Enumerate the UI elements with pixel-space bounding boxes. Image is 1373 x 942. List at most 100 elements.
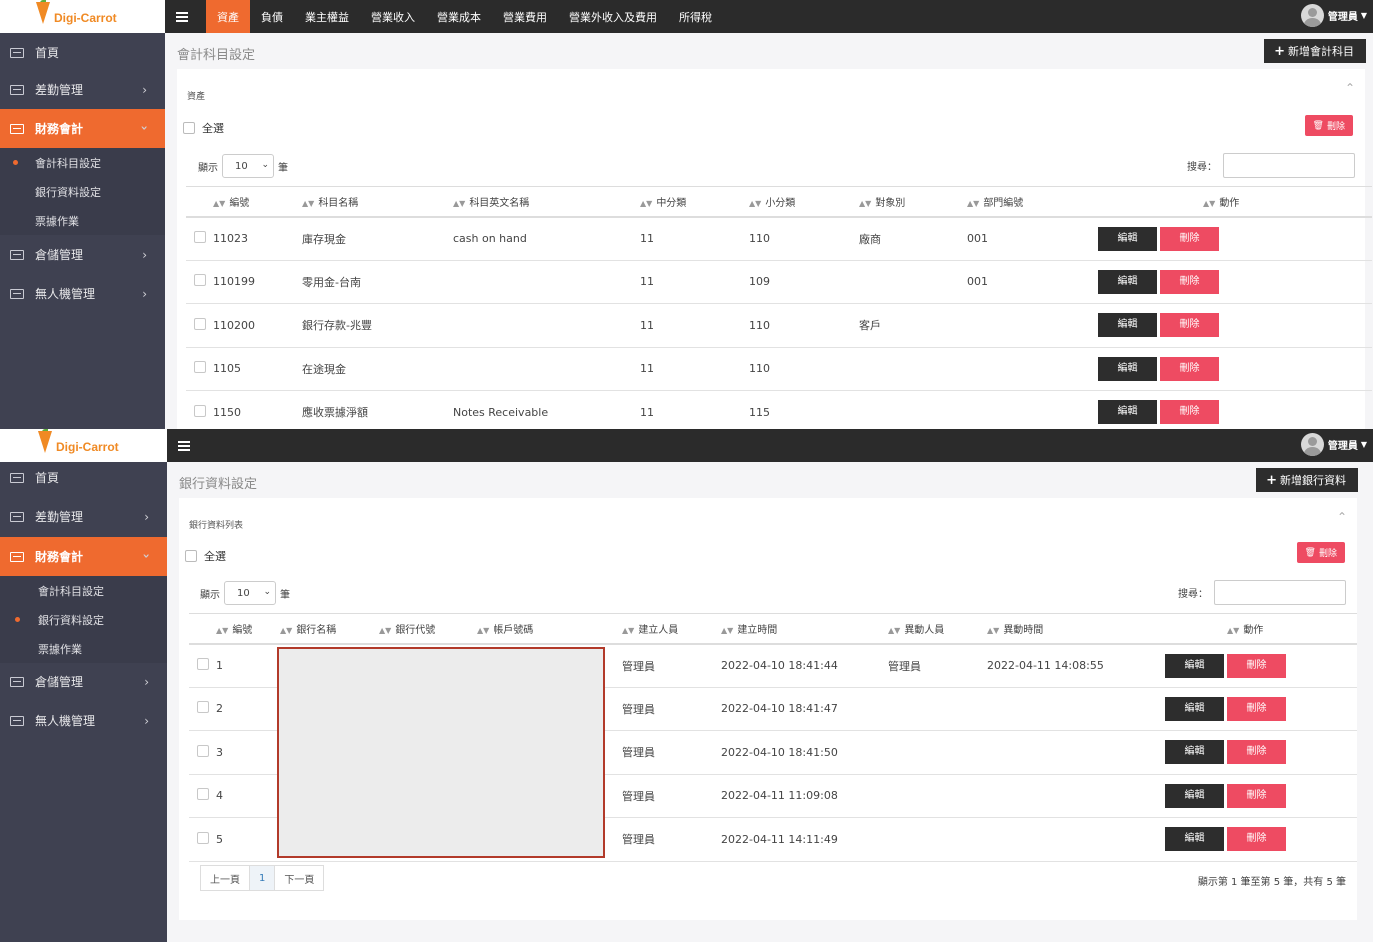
edit-button[interactable]: 編輯 [1165,653,1224,678]
cell-id: 110199 [213,260,302,304]
delete-button[interactable]: 刪除 [1227,783,1286,808]
delete-button[interactable]: 刪除 [1160,400,1219,425]
column-header-actions[interactable]: ▲▼ 動作 [1098,186,1372,218]
select-all[interactable]: 全選 [185,548,226,564]
submenu-item-account-settings[interactable]: 會計科目設定 [0,148,165,177]
row-checkbox[interactable] [194,231,206,243]
prev-page-button[interactable]: 上一頁 [200,865,250,891]
column-header-dept[interactable]: ▲▼ 部門編號 [967,186,1098,218]
add-bank-button[interactable]: + 新增銀行資料 [1256,468,1358,492]
row-checkbox[interactable] [197,658,209,670]
row-checkbox[interactable] [197,744,209,757]
column-header-created[interactable]: ▲▼ 建立時間 [721,613,888,645]
delete-button[interactable]: 刪除 [1160,356,1219,381]
column-header-target[interactable]: ▲▼ 對象別 [859,186,967,218]
main-content: 會計科目設定 + 新增會計科目 資產 ⌃ 全選 🗑 刪除 顯示 10 ⌄ 筆 搜… [165,33,1373,429]
sidebar-item-drone[interactable]: 無人機管理 › [0,701,167,740]
row-checkbox[interactable] [197,788,209,801]
nav-tab-liabilities[interactable]: 負債 [250,0,294,33]
submenu-item-bank-settings[interactable]: 銀行資料設定 [0,177,165,206]
delete-button[interactable]: 刪除 [1227,696,1286,721]
column-header-modifier[interactable]: ▲▼ 異動人員 [888,613,987,645]
edit-button[interactable]: 編輯 [1165,827,1224,852]
row-checkbox[interactable] [194,404,206,417]
bulk-delete-button[interactable]: 🗑 刪除 [1296,542,1345,563]
cell-dept: 001 [967,260,1098,304]
column-header-mid-category[interactable]: ▲▼ 中分類 [640,186,749,218]
table-info: 顯示第 1 筆至第 5 筆，共有 5 筆 [1197,877,1346,888]
delete-button[interactable]: 刪除 [1160,226,1219,251]
nav-tab-equity[interactable]: 業主權益 [294,0,360,33]
nav-tab-non-operating[interactable]: 營業外收入及費用 [558,0,668,33]
search-input[interactable] [1223,153,1355,178]
page-length-select[interactable]: 10 ⌄ [224,581,276,605]
user-menu[interactable]: 管理員 ▼ [1300,4,1367,27]
row-checkbox[interactable] [194,317,206,330]
delete-button[interactable]: 刪除 [1227,740,1286,765]
row-checkbox[interactable] [197,701,209,714]
sidebar-item-warehouse[interactable]: 倉儲管理 › [0,235,165,274]
row-checkbox[interactable] [194,361,206,374]
column-header-english-name[interactable]: ▲▼ 科目英文名稱 [453,186,640,218]
nav-tab-assets[interactable]: 資產 [206,0,250,33]
bulk-delete-button[interactable]: 🗑 刪除 [1304,115,1353,136]
select-all-checkbox[interactable] [183,122,195,134]
column-header-actions[interactable]: ▲▼ 動作 [1155,613,1357,645]
column-header-bank-name[interactable]: ▲▼ 銀行名稱 [280,613,379,645]
column-header-id[interactable]: ▲▼ 編號 [216,613,280,645]
column-header-account-no[interactable]: ▲▼ 帳戶號碼 [477,613,622,645]
column-header-sub-category[interactable]: ▲▼ 小分類 [749,186,859,218]
chevron-up-icon[interactable]: ⌃ [1345,81,1355,95]
submenu-item-notes[interactable]: 票據作業 [0,206,165,235]
nav-tab-expenses[interactable]: 營業費用 [492,0,558,33]
search-input[interactable] [1214,580,1346,605]
submenu-item-account-settings[interactable]: 會計科目設定 [0,576,167,605]
row-checkbox[interactable] [194,274,206,287]
page-length-select[interactable]: 10 ⌄ [222,154,274,178]
sidebar-item-attendance[interactable]: 差勤管理 › [0,497,167,536]
edit-button[interactable]: 編輯 [1098,313,1157,338]
edit-button[interactable]: 編輯 [1098,269,1157,294]
nav-tab-income-tax[interactable]: 所得稅 [668,0,723,33]
column-header-bank-code[interactable]: ▲▼ 銀行代號 [379,613,477,645]
column-header-id[interactable]: ▲▼ 編號 [213,186,302,218]
submenu-item-bank-settings[interactable]: 銀行資料設定 [0,605,167,634]
nav-tab-cost[interactable]: 營業成本 [426,0,492,33]
add-account-button[interactable]: + 新增會計科目 [1264,39,1366,63]
select-all[interactable]: 全選 [183,120,224,136]
column-header-creator[interactable]: ▲▼ 建立人員 [622,613,721,645]
delete-button[interactable]: 刪除 [1160,269,1219,294]
delete-button[interactable]: 刪除 [1227,653,1286,678]
nav-tab-revenue[interactable]: 營業收入 [360,0,426,33]
cell-modifier [888,730,987,775]
hamburger-menu-icon[interactable] [178,440,192,451]
edit-button[interactable]: 編輯 [1165,783,1224,808]
logo[interactable]: Digi-Carrot [0,0,165,33]
edit-button[interactable]: 編輯 [1165,696,1224,721]
sidebar-item-drone[interactable]: 無人機管理 › [0,274,165,313]
submenu-item-notes[interactable]: 票據作業 [0,634,167,663]
cell-target [859,390,967,429]
sidebar-item-home[interactable]: 首頁 [0,458,167,497]
edit-button[interactable]: 編輯 [1098,226,1157,251]
sidebar-item-home[interactable]: 首頁 [0,33,165,72]
user-menu[interactable]: 管理員 ▼ [1300,433,1367,456]
hamburger-menu-icon[interactable] [176,11,190,22]
sidebar-item-accounting[interactable]: 財務會計 › [0,109,165,148]
column-header-modified[interactable]: ▲▼ 異動時間 [987,613,1155,645]
next-page-button[interactable]: 下一頁 [274,865,325,891]
sidebar-item-accounting[interactable]: 財務會計 › [0,537,167,576]
row-checkbox[interactable] [197,831,209,844]
edit-button[interactable]: 編輯 [1098,356,1157,381]
page-1-button[interactable]: 1 [249,865,276,891]
sort-icon: ▲▼ [280,625,293,635]
select-all-checkbox[interactable] [185,550,197,562]
sidebar-item-warehouse[interactable]: 倉儲管理 › [0,662,167,701]
sidebar-item-attendance[interactable]: 差勤管理 › [0,70,165,109]
delete-button[interactable]: 刪除 [1160,313,1219,338]
chevron-up-icon[interactable]: ⌃ [1337,510,1347,524]
column-header-name[interactable]: ▲▼ 科目名稱 [302,186,453,218]
edit-button[interactable]: 編輯 [1098,400,1157,425]
edit-button[interactable]: 編輯 [1165,740,1224,765]
delete-button[interactable]: 刪除 [1227,827,1286,852]
